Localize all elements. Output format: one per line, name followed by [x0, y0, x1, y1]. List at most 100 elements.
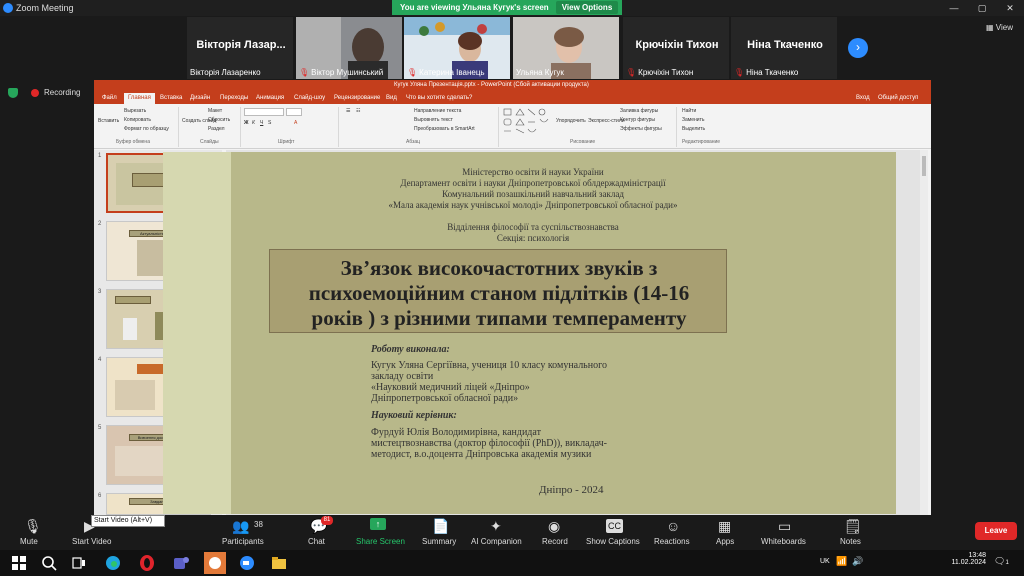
font-family-input[interactable] [244, 108, 284, 116]
shape-outline-button[interactable]: Контур фигуры [620, 117, 655, 123]
tab-transitions[interactable]: Переходы [220, 95, 248, 101]
security-shield-icon[interactable] [8, 88, 18, 98]
participant-tile[interactable]: Крючіхін Тихон 🎙 Крючіхін Тихон [623, 17, 729, 79]
section-button[interactable]: Раздел [208, 126, 225, 132]
cut-button[interactable]: Вырезать [124, 108, 146, 114]
sign-in-link[interactable]: Вход [856, 95, 870, 101]
tab-slideshow[interactable]: Слайд-шоу [294, 95, 325, 101]
tab-review[interactable]: Рецензирование [334, 95, 380, 101]
current-slide[interactable]: Міністерство освіти й науки України Депа… [163, 152, 896, 514]
numbering-icon[interactable]: ☷ [356, 108, 360, 114]
slide-org-text: Міністерство освіти й науки України Депа… [388, 167, 678, 210]
participant-tile[interactable]: 🎙 Катерина Іванець [404, 17, 510, 79]
drawing-group-label: Рисование [570, 139, 596, 145]
shape-effects-button[interactable]: Эффекты фигуры [620, 126, 662, 132]
mute-button[interactable]: 🎙 Mute [14, 515, 48, 550]
share-link[interactable]: Общий доступ [878, 95, 918, 101]
powerpoint-title: Кугук Уляна Презентація.pptx - PowerPoin… [394, 82, 589, 88]
participant-name-label: Вікторія Лазаренко [190, 68, 261, 77]
thumb-number: 4 [98, 357, 102, 363]
powerpoint-taskbar-icon[interactable] [204, 552, 226, 574]
participant-big-name: Крючіхін Тихон [635, 39, 719, 51]
view-options-button[interactable]: View Options [556, 1, 618, 14]
tab-insert[interactable]: Вставка [160, 95, 182, 101]
file-explorer-icon[interactable] [270, 554, 288, 572]
video-gallery-strip [0, 16, 1024, 80]
reactions-button[interactable]: ☺ Reactions [652, 515, 692, 550]
close-icon[interactable]: ✕ [996, 0, 1024, 16]
whiteboards-button[interactable]: ▭ Whiteboards [758, 515, 814, 550]
replace-button[interactable]: Заменить [682, 117, 704, 123]
slide-title: Зв’язок високочастотних звуків з психоем… [308, 256, 690, 330]
tab-home[interactable]: Главная [124, 93, 155, 104]
show-captions-button[interactable]: CC Show Captions [584, 515, 642, 550]
volume-icon[interactable]: 🔊 [852, 556, 863, 567]
window-title: Zoom Meeting [16, 3, 74, 13]
slide-scrollbar[interactable] [920, 150, 928, 515]
task-view-icon[interactable] [70, 554, 88, 572]
gallery-next-icon[interactable]: › [848, 38, 868, 58]
participant-tile[interactable]: Ульяна Кугук [513, 17, 619, 79]
view-button[interactable]: ▦ View [986, 23, 1013, 32]
smartart-button[interactable]: Преобразовать в SmartArt [414, 126, 475, 132]
editing-group-label: Редактирование [682, 139, 721, 145]
arrange-button[interactable]: Упорядочить [556, 118, 586, 124]
muted-mic-icon: 🎙 [626, 68, 637, 77]
notifications-icon[interactable]: 🗨1 [994, 556, 1009, 567]
sparkle-icon: ✦ [490, 518, 502, 534]
teams-icon[interactable] [172, 554, 190, 572]
text-direction-button[interactable]: Направление текста [414, 108, 461, 114]
record-button[interactable]: ◉ Record [538, 515, 572, 550]
tell-me-search[interactable]: Что вы хотите сделать? [406, 95, 472, 101]
paste-button[interactable]: Вставить [98, 118, 119, 124]
slide-left-band [163, 152, 231, 514]
tab-view[interactable]: Вид [386, 95, 397, 101]
edge-browser-icon[interactable] [104, 554, 122, 572]
author-label: Роботу виконала: [371, 344, 450, 355]
zoom-taskbar-icon[interactable] [238, 554, 256, 572]
layout-button[interactable]: Макет [208, 108, 222, 114]
font-color-icon[interactable]: A [294, 120, 297, 126]
shapes-gallery-icon[interactable] [502, 107, 554, 135]
participants-button[interactable]: 👥 38 Participants [218, 515, 268, 550]
apps-button[interactable]: ▦ Apps [710, 515, 740, 550]
find-button[interactable]: Найти [682, 108, 696, 114]
taskbar-clock[interactable]: 13:48 11.02.2024 [938, 552, 986, 566]
windows-start-icon[interactable] [10, 554, 28, 572]
participant-name-label: 🎙 Катерина Іванець [407, 68, 485, 77]
summary-button[interactable]: 📄 Summary [418, 515, 462, 550]
select-button[interactable]: Выделить [682, 126, 705, 132]
apps-grid-icon: ▦ [718, 518, 732, 534]
keyboard-language[interactable]: UK [820, 558, 830, 565]
participant-tile[interactable]: Ніна Ткаченко 🎙 Ніна Ткаченко [731, 17, 837, 79]
thumb-number: 5 [98, 425, 102, 431]
bold-icon[interactable]: Ж [244, 120, 249, 126]
leave-button[interactable]: Leave [975, 522, 1017, 540]
tab-animation[interactable]: Анимация [256, 95, 284, 101]
font-size-input[interactable] [286, 108, 302, 116]
tab-file[interactable]: Файл [102, 95, 117, 101]
reset-button[interactable]: Сбросить [208, 117, 230, 123]
participant-tile[interactable]: 🎙 Віктор Мушинський [296, 17, 402, 79]
bullets-icon[interactable]: ☰ [346, 108, 350, 114]
minimize-icon[interactable]: — [940, 0, 968, 16]
tab-design[interactable]: Дизайн [190, 95, 210, 101]
underline-icon[interactable]: Ч [260, 120, 263, 126]
network-icon[interactable]: 📶 [836, 556, 847, 567]
maximize-icon[interactable]: ▢ [968, 0, 996, 16]
participants-icon: 👥 [232, 518, 250, 534]
ai-companion-button[interactable]: ✦ AI Companion [470, 515, 526, 550]
copy-button[interactable]: Копировать [124, 117, 151, 123]
thumb-number: 3 [98, 289, 102, 295]
search-icon[interactable] [40, 554, 58, 572]
participant-tile[interactable]: Вікторія Лазар... Вікторія Лазаренко [187, 17, 293, 79]
align-text-button[interactable]: Выровнять текст [414, 117, 453, 123]
format-painter-button[interactable]: Формат по образцу [124, 126, 169, 132]
participant-name-label: 🎙 Віктор Мушинський [299, 68, 384, 77]
italic-icon[interactable]: К [252, 120, 255, 126]
share-screen-icon[interactable]: ↑ [370, 518, 386, 530]
strikethrough-icon[interactable]: S [268, 120, 271, 126]
notes-button[interactable]: 🗒 Notes [834, 515, 868, 550]
opera-browser-icon[interactable] [138, 554, 156, 572]
shape-fill-button[interactable]: Заливка фигуры [620, 108, 658, 114]
